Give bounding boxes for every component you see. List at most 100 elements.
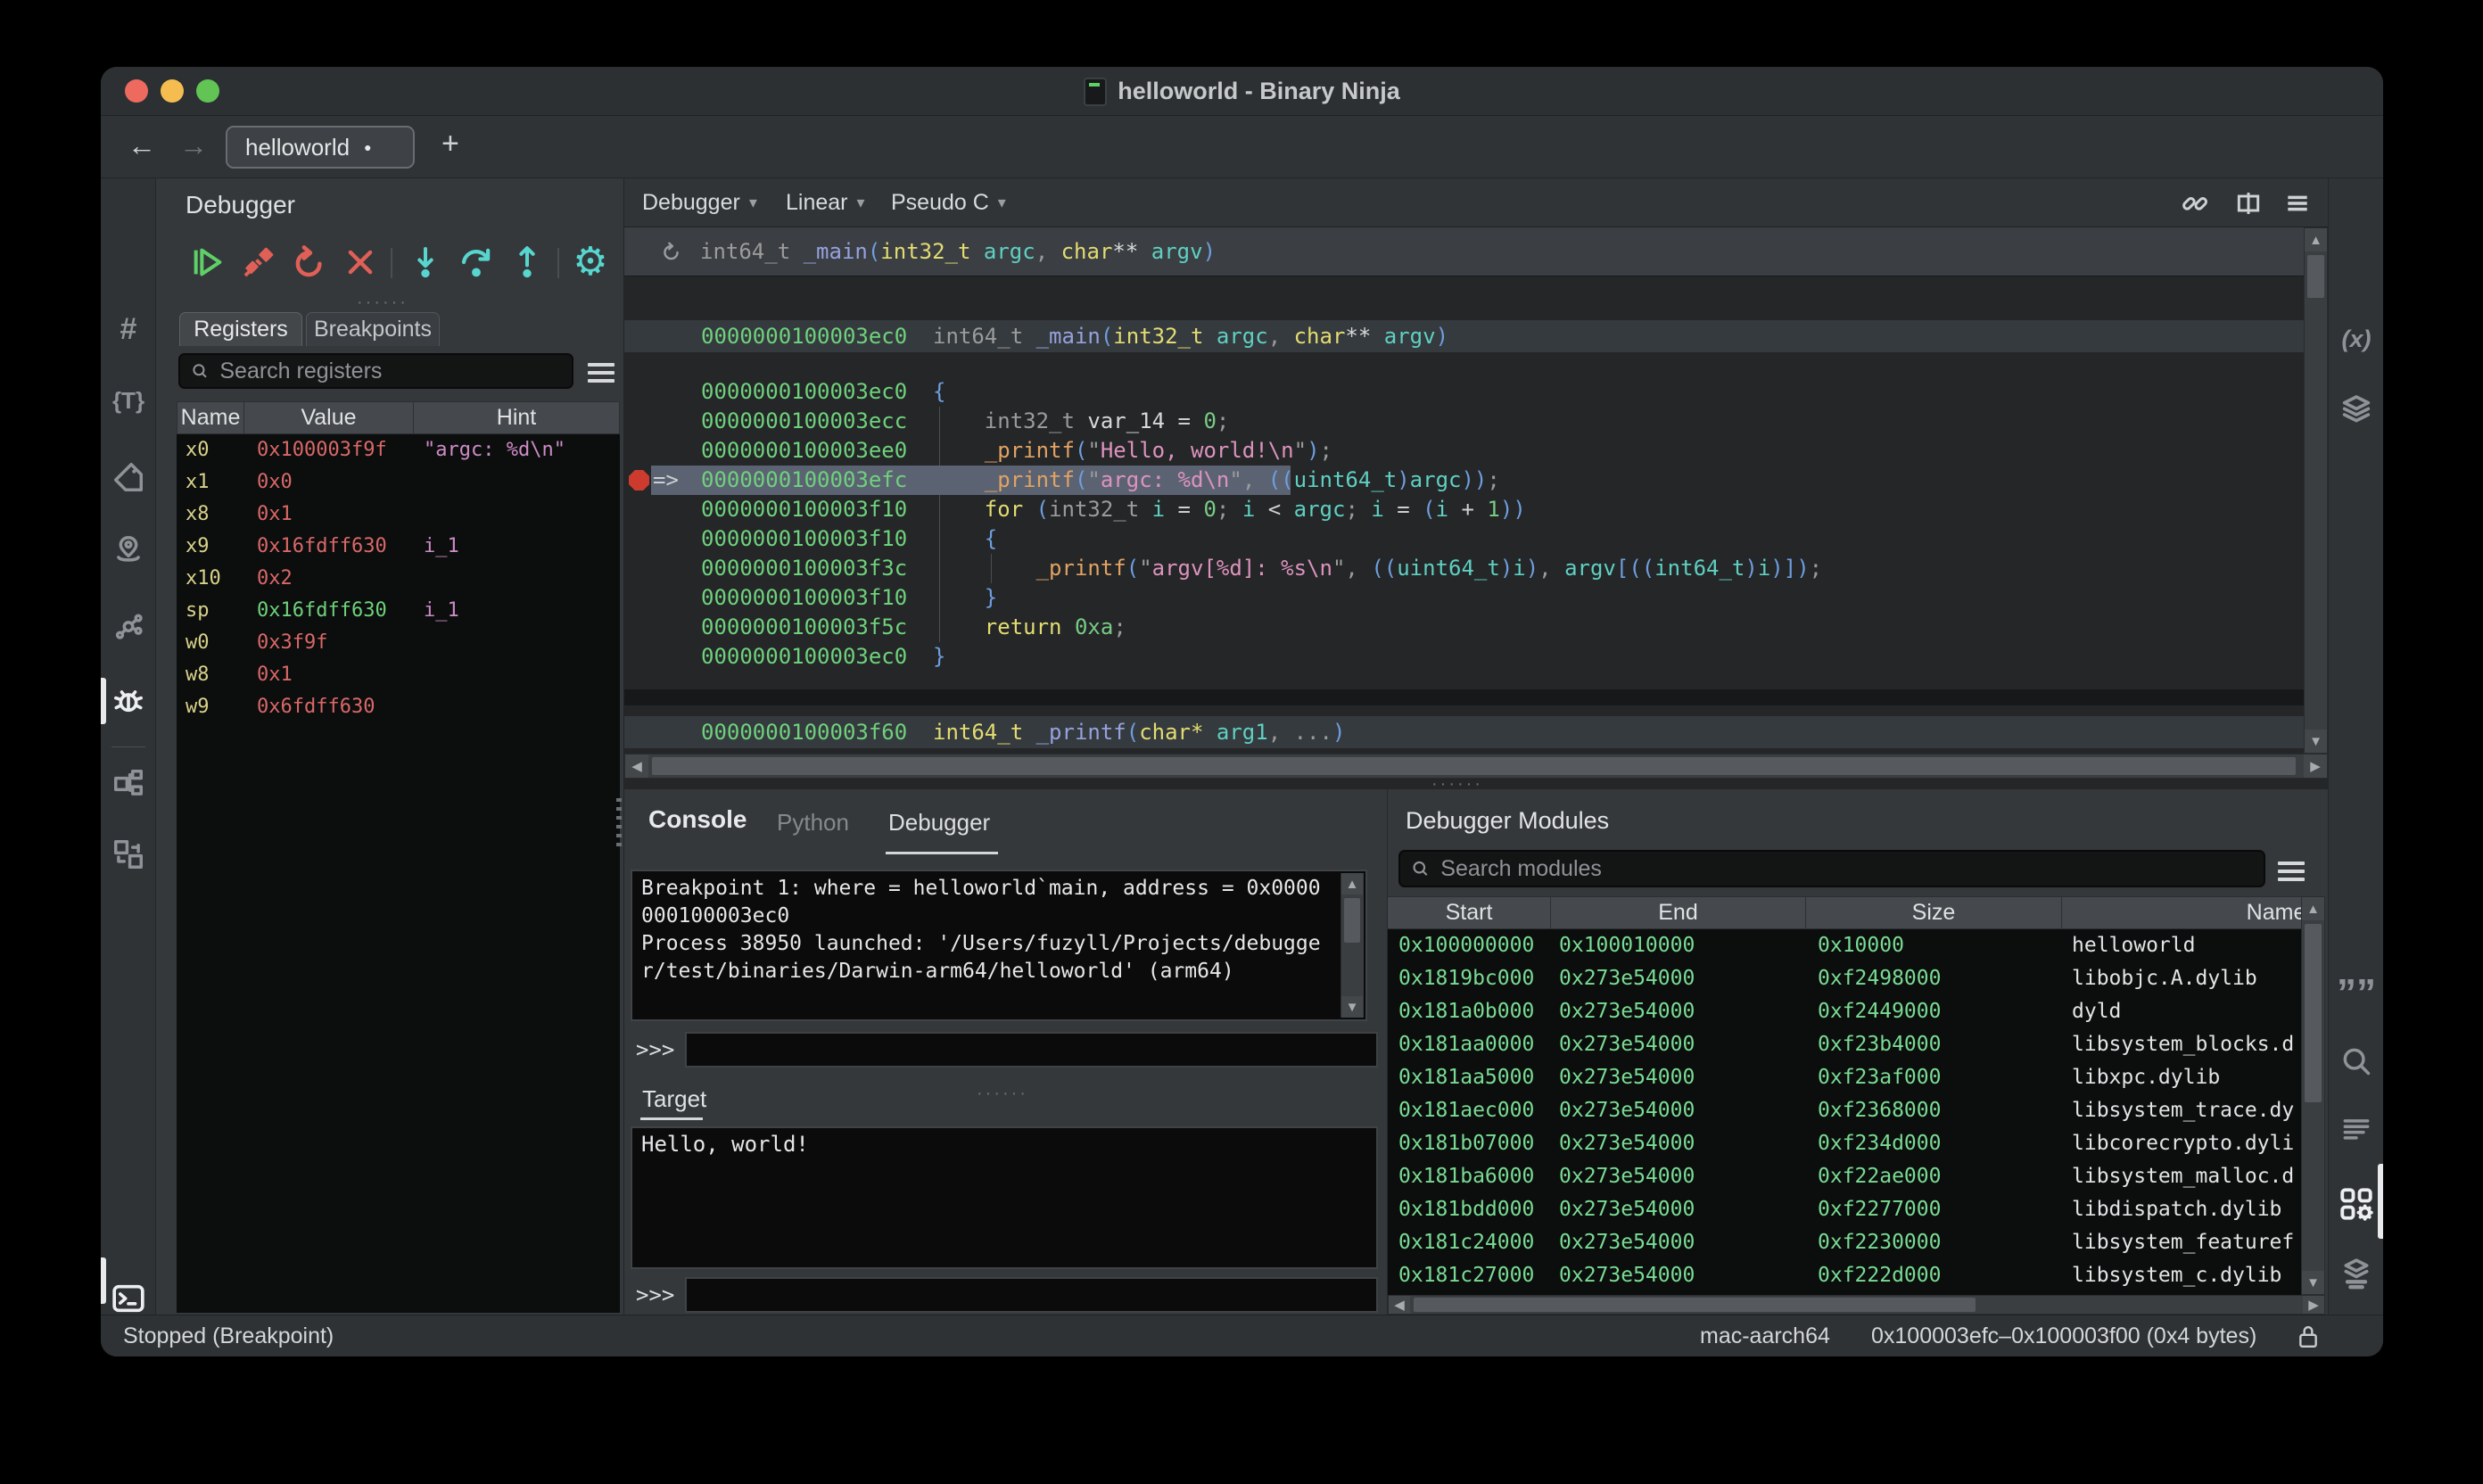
splitter-handle[interactable]: ······ bbox=[357, 293, 408, 313]
tag-icon[interactable] bbox=[101, 456, 156, 499]
console-panel: Console Python Debugger Breakpoint 1: wh… bbox=[624, 789, 1388, 1315]
register-row[interactable]: x100x2 bbox=[177, 563, 620, 595]
panel-splitter-handle[interactable] bbox=[616, 798, 622, 852]
restart-button[interactable] bbox=[290, 243, 329, 282]
code-line[interactable]: 0000000100003f10 for (int32_t i = 0; i <… bbox=[624, 495, 2304, 524]
target-tab[interactable]: Target bbox=[642, 1085, 706, 1113]
settings-button[interactable]: ⚙ bbox=[571, 243, 610, 282]
tab-debugger[interactable]: Debugger bbox=[888, 809, 990, 837]
module-row[interactable]: 0x181a0b0000x273e540000xf2449000dyld bbox=[1388, 995, 2301, 1028]
memory-layers-icon[interactable] bbox=[2329, 1253, 2383, 1296]
step-into-button[interactable] bbox=[406, 243, 445, 282]
hash-icon[interactable]: # bbox=[101, 308, 156, 350]
breakpoint-icon[interactable] bbox=[629, 470, 649, 491]
module-search-input[interactable] bbox=[1439, 855, 2253, 883]
debugger-command-input[interactable] bbox=[685, 1032, 1378, 1068]
find-icon[interactable] bbox=[2329, 1040, 2383, 1083]
new-tab-button[interactable]: + bbox=[441, 127, 459, 161]
column-name[interactable]: Name bbox=[2062, 897, 2301, 928]
split-view-icon[interactable] bbox=[2234, 189, 2263, 218]
code-line[interactable]: =>0000000100003efc _printf("argc: %d\n",… bbox=[624, 466, 2304, 495]
module-row[interactable]: 0x181c270000x273e540000xf222d000libsyste… bbox=[1388, 1259, 2301, 1292]
view-dropdown-pseudo-c[interactable]: Pseudo C▾ bbox=[891, 178, 1006, 227]
bug-icon[interactable] bbox=[101, 680, 156, 722]
quotes-icon[interactable]: ”” bbox=[2329, 972, 2383, 1015]
module-row[interactable]: 0x181bdd0000x273e540000xf2277000libdispa… bbox=[1388, 1193, 2301, 1226]
terminal-icon[interactable] bbox=[101, 1277, 156, 1320]
module-row[interactable]: 0x181aec0000x273e540000xf2368000libsyste… bbox=[1388, 1094, 2301, 1127]
code-listing: 0000000100003ec0int64_t _main(int32_t ar… bbox=[624, 276, 2304, 754]
variables-icon[interactable]: (x) bbox=[2329, 317, 2383, 360]
register-row[interactable]: x80x1 bbox=[177, 499, 620, 531]
module-row[interactable]: 0x181b070000x273e540000xf234d000libcorec… bbox=[1388, 1127, 2301, 1160]
menu-icon[interactable] bbox=[2283, 189, 2312, 218]
module-search[interactable] bbox=[1398, 850, 2265, 887]
lock-icon[interactable] bbox=[2297, 1323, 2320, 1350]
detach-button[interactable] bbox=[239, 243, 278, 282]
code-line[interactable]: 0000000100003f10 { bbox=[624, 524, 2304, 554]
tab-registers[interactable]: Registers bbox=[179, 312, 302, 346]
vertical-scrollbar[interactable]: ▲ ▼ bbox=[2301, 896, 2325, 1295]
kill-button[interactable] bbox=[341, 243, 380, 282]
register-row[interactable]: x90x16fdff630i_1 bbox=[177, 531, 620, 563]
view-header: Debugger▾ Linear▾ Pseudo C▾ bbox=[624, 178, 2328, 227]
location-pin-icon[interactable] bbox=[101, 529, 156, 572]
code-line[interactable]: 0000000100003ecc int32_t var_14 = 0; bbox=[624, 407, 2304, 436]
column-start[interactable]: Start bbox=[1388, 897, 1551, 928]
swap-icon[interactable] bbox=[101, 833, 156, 876]
code-line[interactable]: 0000000100003ec0int64_t _main(int32_t ar… bbox=[624, 320, 2304, 352]
register-row[interactable]: w80x1 bbox=[177, 659, 620, 691]
register-search[interactable] bbox=[178, 353, 573, 389]
module-menu-icon[interactable] bbox=[2278, 857, 2305, 886]
stack-layers-icon[interactable] bbox=[2329, 389, 2383, 432]
types-icon[interactable]: {T} bbox=[101, 379, 156, 422]
tab-breakpoints[interactable]: Breakpoints bbox=[306, 312, 440, 346]
sticky-function-header[interactable]: int64_t _main(int32_t argc, char** argv) bbox=[624, 227, 2328, 276]
module-row[interactable]: 0x181c240000x273e540000xf2230000libsyste… bbox=[1388, 1226, 2301, 1259]
code-line[interactable]: 0000000100003ee0 _printf("Hello, world!\… bbox=[624, 436, 2304, 466]
forward-arrow-icon[interactable]: → bbox=[179, 129, 208, 162]
code-line[interactable]: 0000000100003ec0} bbox=[624, 642, 2304, 672]
column-name[interactable]: Name bbox=[177, 402, 244, 433]
step-return-button[interactable] bbox=[507, 243, 547, 282]
view-dropdown-linear[interactable]: Linear▾ bbox=[786, 178, 865, 227]
view-dropdown-debugger[interactable]: Debugger▾ bbox=[642, 178, 757, 227]
module-row[interactable]: 0x181ba60000x273e540000xf22ae000libsyste… bbox=[1388, 1160, 2301, 1193]
back-arrow-icon[interactable]: ← bbox=[128, 129, 156, 162]
module-row[interactable]: 0x1000000000x1000100000x10000helloworld bbox=[1388, 929, 2301, 962]
code-line[interactable]: 0000000100003f60int64_t _printf(char* ar… bbox=[624, 716, 2304, 748]
column-size[interactable]: Size bbox=[1806, 897, 2062, 928]
module-row[interactable]: 0x181aa00000x273e540000xf23b4000libsyste… bbox=[1388, 1028, 2301, 1061]
link-icon[interactable] bbox=[2181, 189, 2209, 218]
arch-label[interactable]: mac-aarch64 bbox=[1700, 1323, 1830, 1349]
register-row[interactable]: w90x6fdff630 bbox=[177, 691, 620, 723]
module-row[interactable]: 0x1819bc0000x273e540000xf2498000libobjc.… bbox=[1388, 962, 2301, 995]
step-over-button[interactable] bbox=[457, 243, 496, 282]
graph-node-icon[interactable] bbox=[101, 604, 156, 647]
register-row[interactable]: w00x3f9f bbox=[177, 627, 620, 659]
register-search-input[interactable] bbox=[218, 358, 561, 385]
horizontal-scrollbar[interactable]: ◀ ▶ bbox=[1388, 1295, 2325, 1315]
column-end[interactable]: End bbox=[1551, 897, 1806, 928]
resume-button[interactable] bbox=[188, 243, 227, 282]
vertical-scrollbar[interactable]: ▲ ▼ bbox=[2304, 227, 2328, 754]
register-menu-icon[interactable] bbox=[588, 359, 615, 387]
hierarchy-icon[interactable] bbox=[101, 763, 156, 805]
code-line[interactable]: 0000000100003ec0{ bbox=[624, 377, 2304, 407]
output-scrollbar[interactable]: ▲ ▼ bbox=[1340, 873, 1364, 1018]
register-row[interactable]: x10x0 bbox=[177, 466, 620, 499]
register-row[interactable]: x00x100003f9f"argc: %d\n" bbox=[177, 434, 620, 466]
tab-helloworld[interactable]: helloworld ● bbox=[226, 126, 415, 169]
splitter-handle[interactable]: ······ bbox=[977, 1084, 1028, 1104]
target-input[interactable] bbox=[685, 1277, 1378, 1313]
register-row[interactable]: sp0x16fdff630i_1 bbox=[177, 595, 620, 627]
log-lines-icon[interactable] bbox=[2329, 1109, 2383, 1152]
column-hint[interactable]: Hint bbox=[414, 402, 619, 433]
code-line[interactable]: 0000000100003f3c _printf("argv[%d]: %s\n… bbox=[624, 554, 2304, 583]
tab-python[interactable]: Python bbox=[777, 809, 849, 837]
code-line[interactable]: 0000000100003f5c return 0xa; bbox=[624, 613, 2304, 642]
module-row[interactable]: 0x181aa50000x273e540000xf23af000libxpc.d… bbox=[1388, 1061, 2301, 1094]
components-gear-icon[interactable] bbox=[2329, 1183, 2383, 1225]
code-line[interactable]: 0000000100003f10 } bbox=[624, 583, 2304, 613]
column-value[interactable]: Value bbox=[244, 402, 414, 433]
